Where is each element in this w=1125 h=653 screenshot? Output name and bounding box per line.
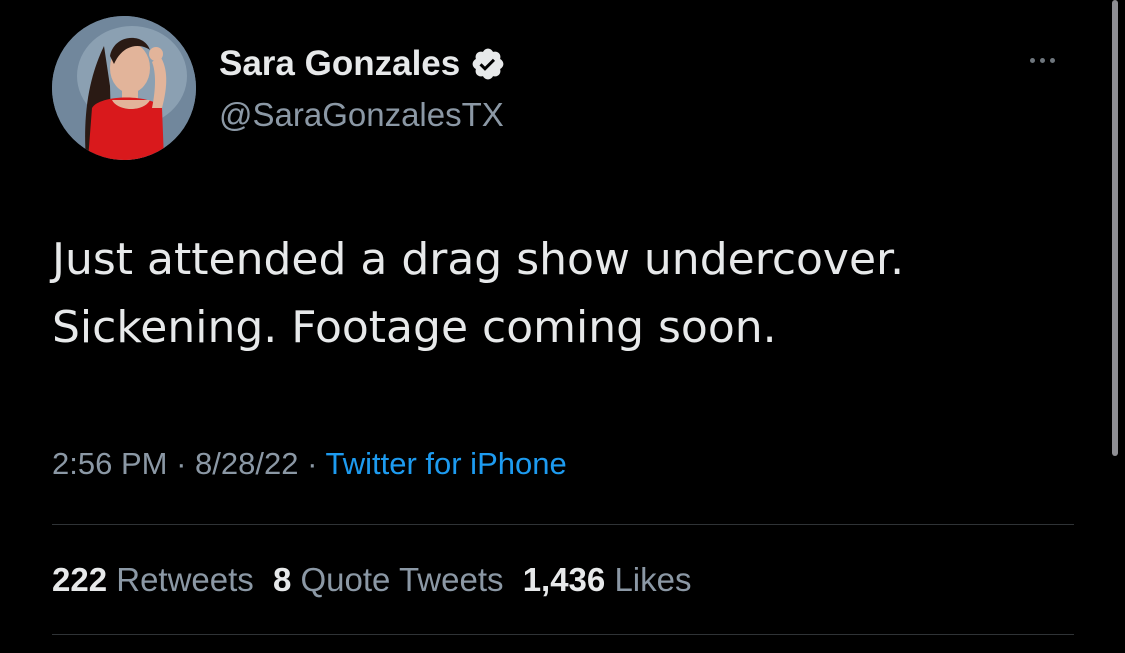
tweet-source-link[interactable]: Twitter for iPhone xyxy=(325,446,566,481)
likes-count: 1,436 xyxy=(522,561,606,598)
likes-stat[interactable]: 1,436 Likes xyxy=(523,561,692,598)
dot xyxy=(1030,57,1035,63)
divider xyxy=(52,524,1074,525)
meta-separator: · xyxy=(176,446,187,481)
tweet-date[interactable]: 8/28/22 xyxy=(195,446,298,481)
quote-tweets-stat[interactable]: 8 Quote Tweets xyxy=(273,561,504,598)
avatar[interactable] xyxy=(52,16,196,160)
author-name-row[interactable]: Sara Gonzales xyxy=(219,42,506,86)
engagement-stats: 222 Retweets 8 Quote Tweets 1,436 Likes xyxy=(52,561,692,599)
retweets-stat[interactable]: 222 Retweets xyxy=(52,561,254,598)
tweet-time[interactable]: 2:56 PM xyxy=(52,446,167,481)
dot xyxy=(1040,57,1045,63)
retweets-label: Retweets xyxy=(116,561,254,598)
tweet-text-line: Just attended a drag show undercover. xyxy=(52,234,905,285)
verified-badge-icon xyxy=(470,46,506,82)
tweet-text-line: Sickening. Footage coming soon. xyxy=(52,302,777,353)
tweet-detail: Sara Gonzales @SaraGonzalesTX Just atten… xyxy=(0,0,1125,653)
avatar-image xyxy=(52,16,196,160)
retweets-count: 222 xyxy=(52,561,108,598)
more-options-icon[interactable] xyxy=(1030,52,1070,68)
display-name[interactable]: Sara Gonzales xyxy=(219,44,460,84)
dot xyxy=(1050,57,1055,63)
quote-tweets-label: Quote Tweets xyxy=(300,561,504,598)
meta-separator: · xyxy=(307,446,318,481)
likes-label: Likes xyxy=(614,561,692,598)
tweet-text: Just attended a drag show undercover. Si… xyxy=(52,226,1092,362)
scrollbar[interactable] xyxy=(1112,0,1118,456)
divider xyxy=(52,634,1074,635)
author-handle[interactable]: @SaraGonzalesTX xyxy=(219,96,504,134)
tweet-metadata: 2:56 PM · 8/28/22 · Twitter for iPhone xyxy=(52,446,567,482)
quote-tweets-count: 8 xyxy=(272,561,292,598)
